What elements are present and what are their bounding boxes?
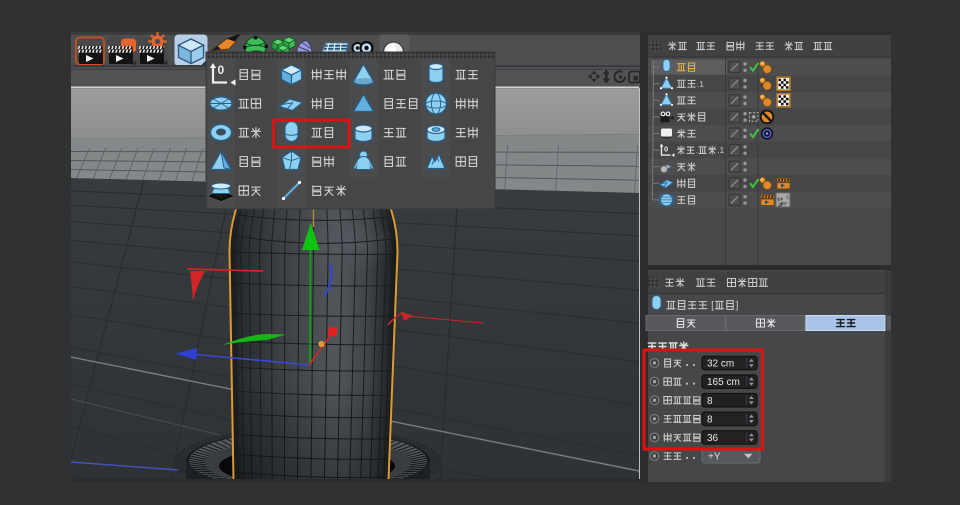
svg-text:]: ]	[736, 301, 739, 312]
svg-text:8: 8	[707, 396, 713, 407]
svg-text:0: 0	[664, 145, 668, 154]
svg-text:0: 0	[218, 63, 225, 77]
svg-text:32 cm: 32 cm	[707, 359, 734, 370]
svg-text:8: 8	[707, 414, 713, 425]
svg-text:165 cm: 165 cm	[707, 377, 740, 388]
svg-text:.: .	[696, 145, 698, 155]
svg-text:.1: .1	[697, 79, 704, 89]
svg-text:+Y: +Y	[708, 452, 721, 463]
svg-text:36: 36	[707, 433, 719, 444]
svg-text:.1: .1	[717, 145, 724, 155]
svg-text:[: [	[708, 301, 714, 312]
